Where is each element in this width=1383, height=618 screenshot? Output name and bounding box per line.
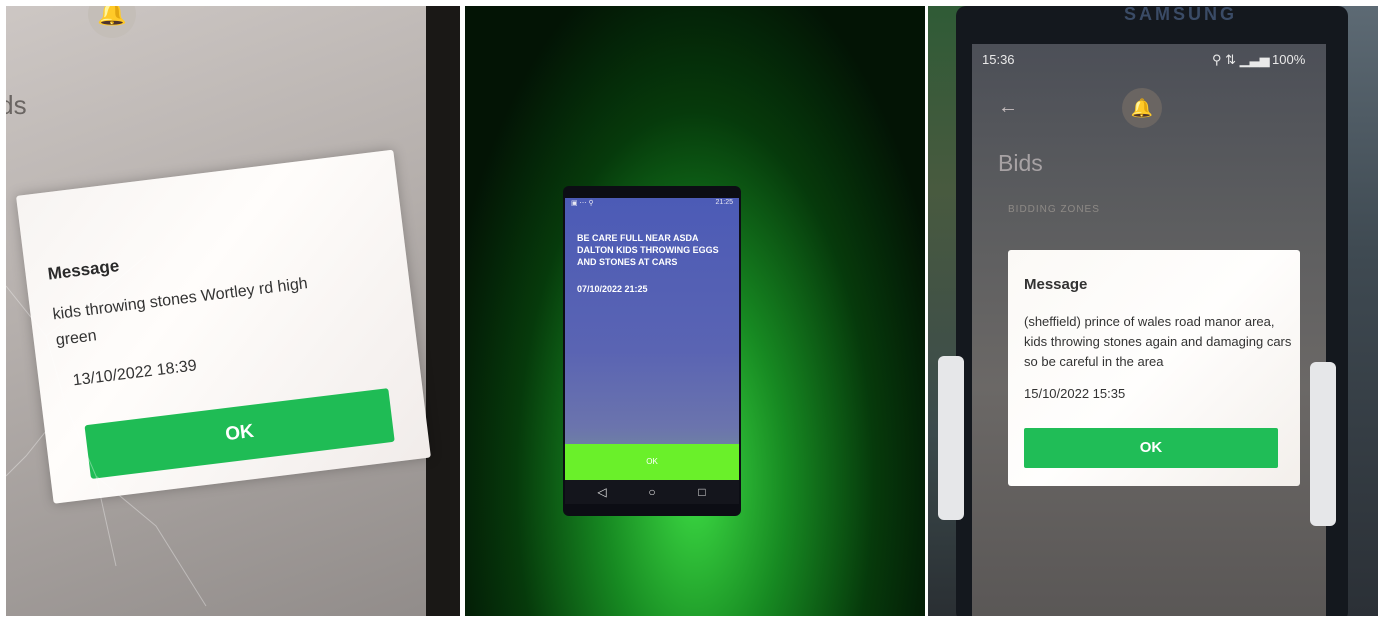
alert-date: 07/10/2022 21:25 [577,284,648,294]
back-icon[interactable]: ◁ [587,483,617,501]
status-time: 15:36 [982,52,1015,67]
mount-clip-left [938,356,964,520]
battery-level: 100% [1272,52,1306,67]
ok-button[interactable]: OK [565,444,739,480]
bell-icon[interactable]: 🔔 [1122,88,1162,128]
status-time: 21:25 [715,199,733,206]
notification-icons: ▣ ⋯ ⚲ [571,200,594,207]
recents-icon[interactable]: □ [687,483,717,501]
dialog-title: Message [1024,276,1088,293]
message-dialog: Message (sheffield) prince of wales road… [1008,250,1300,486]
photo-middle: ▣ ⋯ ⚲ 21:25 BE CARE FULL NEAR ASDA DALTO… [465,6,925,616]
mount-clip-right [1310,362,1336,526]
screen-crack [6,255,207,607]
android-nav-bar: ◁ ○ □ [565,480,739,504]
signal-icons: ⚲ ⇅ ▁▃▅ [1212,52,1270,67]
photo-left: 🔔 ← Bids Message kids throwing stones Wo… [6,6,460,616]
dialog-date: 15/10/2022 15:35 [1024,386,1126,401]
status-bar: ▣ ⋯ ⚲ 21:25 [565,198,739,210]
photo-right: SAMSUNG 15:36 ⚲ ⇅ ▁▃▅ 100% ← 🔔 Bids BIDD… [928,6,1378,616]
alert-message: BE CARE FULL NEAR ASDA DALTON KIDS THROW… [577,233,719,267]
phone-screen: ▣ ⋯ ⚲ 21:25 BE CARE FULL NEAR ASDA DALTO… [565,198,739,504]
brand-logo: SAMSUNG [1124,6,1238,24]
dialog-message: (sheffield) prince of wales road manor a… [1024,314,1292,369]
phone-screen: 15:36 ⚲ ⇅ ▁▃▅ 100% ← 🔔 Bids BIDDING ZONE… [972,44,1326,616]
ok-button[interactable]: OK [1024,428,1278,468]
section-label: BIDDING ZONES [1008,204,1100,215]
home-icon[interactable]: ○ [637,483,667,501]
page-title: Bids [998,150,1043,176]
back-arrow-icon[interactable]: ← [998,96,1018,119]
